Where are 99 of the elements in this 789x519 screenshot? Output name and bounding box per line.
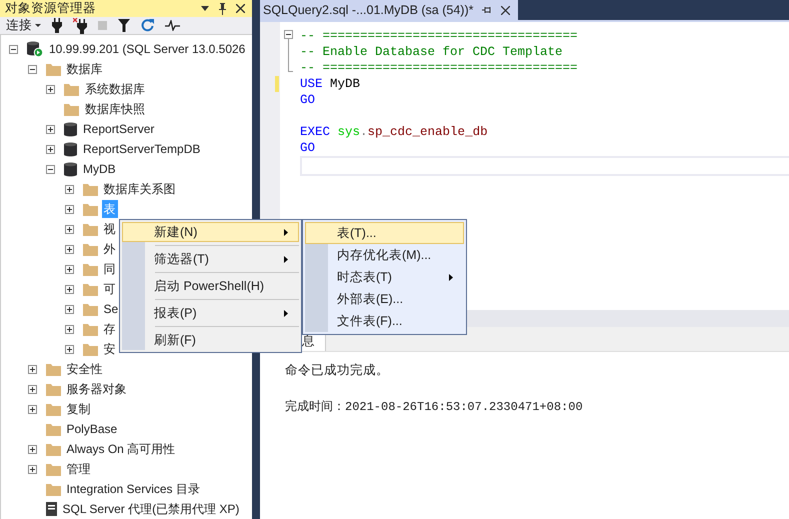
tree-item[interactable]: 数据库	[64, 60, 104, 78]
expand-icon[interactable]	[46, 84, 57, 94]
menu-item[interactable]: 表(T)...	[305, 222, 464, 244]
tree-item[interactable]: SQL Server 代理(已禁用代理 XP)	[60, 500, 242, 518]
tree-item[interactable]: 系统数据库	[83, 80, 147, 98]
dropdown-icon[interactable]	[201, 6, 209, 11]
expand-icon[interactable]	[64, 264, 76, 274]
plug-icon[interactable]	[52, 18, 62, 33]
menu-item[interactable]: 刷新(F)	[122, 330, 299, 350]
code-line: -- ==================================	[300, 29, 578, 43]
folder-icon	[46, 422, 60, 436]
folder-icon	[64, 102, 79, 116]
caret-icon	[35, 24, 41, 27]
collapse-icon[interactable]	[28, 64, 38, 74]
menu-item[interactable]: 内存优化表(M)...	[305, 244, 464, 266]
tree-item[interactable]: PolyBase	[64, 420, 120, 438]
expand-icon[interactable]	[28, 444, 38, 454]
tree-item[interactable]: 数据库关系图	[102, 180, 178, 198]
tree-item[interactable]: ReportServer	[81, 120, 156, 138]
database-server-icon	[27, 41, 43, 57]
expand-icon[interactable]	[64, 324, 76, 334]
tree-item[interactable]: 外	[102, 240, 118, 258]
tree-item[interactable]: 安	[102, 340, 118, 358]
tree-item[interactable]: Se	[102, 300, 120, 318]
expand-icon[interactable]	[64, 304, 76, 314]
code-line: -- Enable Database for CDC Template	[300, 45, 563, 59]
expand-icon[interactable]	[28, 464, 38, 474]
close-icon[interactable]	[236, 4, 245, 13]
tree-item[interactable]: Integration Services 目录	[64, 480, 202, 498]
tree-item[interactable]: 视	[102, 220, 118, 238]
folder-icon	[82, 182, 98, 196]
folder-icon	[64, 82, 79, 96]
folder-icon	[46, 482, 60, 496]
tree-item[interactable]: 同	[102, 260, 118, 278]
tree-item[interactable]: 复制	[64, 400, 92, 418]
code-line: EXEC sys.sp_cdc_enable_db	[300, 125, 488, 139]
tree-item[interactable]: 安全性	[64, 360, 104, 378]
menu-item[interactable]: 新建(N)	[122, 222, 299, 242]
expand-icon[interactable]	[64, 204, 76, 214]
folder-icon	[46, 442, 60, 456]
database-icon	[64, 162, 77, 176]
collapse-icon[interactable]	[46, 164, 57, 174]
expand-icon[interactable]	[28, 364, 38, 374]
folder-icon	[46, 402, 60, 416]
database-icon	[64, 142, 77, 156]
message-text: 完成时间：2021-08-26T16:53:07.2330471+08:00	[285, 398, 584, 416]
expand-icon[interactable]	[64, 224, 76, 234]
folder-icon	[82, 222, 98, 236]
expand-icon[interactable]	[64, 284, 76, 294]
folder-icon	[82, 342, 98, 356]
folder-icon	[82, 302, 98, 316]
pin-icon[interactable]	[482, 6, 492, 14]
folder-icon	[46, 382, 60, 396]
menu-item[interactable]: 时态表(T)	[305, 266, 464, 288]
tree-item[interactable]: 存	[102, 320, 118, 338]
activity-icon[interactable]	[165, 20, 180, 31]
refresh-icon[interactable]	[141, 19, 154, 32]
code-line: USE MyDB	[300, 77, 360, 91]
folder-icon	[46, 362, 60, 376]
folder-icon	[46, 62, 60, 76]
code-line: GO	[300, 93, 316, 107]
expand-icon[interactable]	[64, 344, 76, 354]
tree-item[interactable]: 10.99.99.201 (SQL Server 13.0.5026	[47, 40, 248, 58]
panel-title: 对象资源管理器	[5, 0, 97, 17]
tree-item[interactable]: 管理	[64, 460, 92, 478]
document-icon	[46, 502, 56, 516]
tree-item[interactable]: 可	[102, 280, 118, 298]
folder-icon	[82, 242, 98, 256]
close-icon[interactable]	[501, 6, 510, 14]
tree-item[interactable]: ReportServerTempDB	[81, 140, 202, 158]
tree-item[interactable]: 服务器对象	[64, 380, 128, 398]
folder-icon	[82, 282, 98, 296]
menu-item[interactable]: 外部表(E)...	[305, 288, 464, 310]
expand-icon[interactable]	[28, 384, 38, 394]
folder-icon	[82, 202, 98, 216]
expand-icon[interactable]	[64, 244, 76, 254]
expand-icon[interactable]	[64, 184, 76, 194]
stop-icon	[98, 21, 107, 30]
tree-item[interactable]: Always On 高可用性	[64, 440, 178, 458]
tree-item[interactable]: MyDB	[81, 160, 118, 178]
disconnect-icon[interactable]	[73, 18, 87, 34]
filter-icon[interactable]	[118, 19, 130, 32]
folder-icon	[46, 462, 60, 476]
expand-icon[interactable]	[28, 404, 38, 414]
message-text: 命令已成功完成。	[285, 362, 390, 379]
document-tab[interactable]: SQLQuery2.sql -...01.MyDB (sa (54))*	[260, 0, 518, 20]
database-icon	[64, 122, 77, 136]
pin-icon[interactable]	[218, 2, 227, 14]
tree-item[interactable]: 数据库快照	[83, 100, 147, 118]
expand-icon[interactable]	[46, 144, 57, 154]
code-line: -- ==================================	[300, 61, 578, 75]
folder-icon	[82, 262, 98, 276]
expand-icon[interactable]	[46, 124, 57, 134]
folder-icon	[82, 322, 98, 336]
connect-button[interactable]: 连接	[6, 17, 41, 34]
code-line: GO	[300, 141, 316, 155]
document-tab-title: SQLQuery2.sql -...01.MyDB (sa (54))*	[263, 3, 474, 17]
collapse-icon[interactable]	[9, 44, 20, 54]
menu-item[interactable]: 文件表(F)...	[305, 310, 464, 332]
